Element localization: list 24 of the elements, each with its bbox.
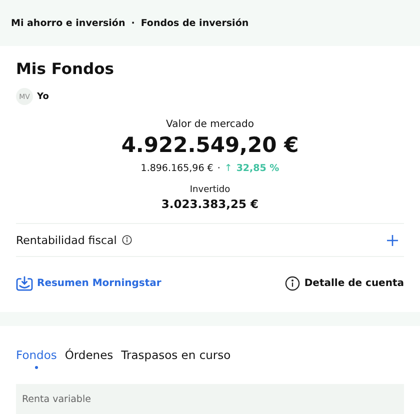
separator: · — [217, 163, 220, 174]
breadcrumb-item[interactable]: Fondos de inversión — [140, 18, 249, 28]
market-value-label: Valor de mercado — [166, 119, 254, 130]
trend-arrow: ↑ — [224, 163, 232, 174]
info-icon[interactable] — [122, 235, 132, 245]
plus-icon[interactable] — [387, 234, 398, 246]
account-detail-link[interactable]: Detalle de cuenta — [285, 276, 404, 290]
fiscal-label: Rentabilidad fiscal — [16, 234, 117, 246]
invested-label: Invertido — [190, 185, 230, 195]
breadcrumb-item[interactable]: Mi ahorro e inversión — [11, 18, 126, 28]
morningstar-link[interactable]: Resumen Morningstar — [16, 276, 162, 290]
section-header: Renta variable — [16, 384, 404, 414]
gain-amount: 1.896.165,96 € — [140, 163, 214, 174]
tab[interactable]: Fondos — [16, 348, 57, 372]
invested-value: 3.023.383,25 € — [161, 197, 259, 211]
tab[interactable]: Órdenes — [64, 348, 114, 372]
tab[interactable]: Traspasos en curso — [121, 348, 231, 372]
info-icon[interactable] — [285, 276, 300, 290]
download-tray-icon — [16, 276, 33, 290]
breadcrumb-separator: · — [131, 18, 135, 28]
gain-percent: 32,85 % — [236, 163, 280, 174]
owner-name: Yo — [37, 92, 49, 102]
market-value: 4.922.549,20 € — [121, 133, 299, 157]
page-title: Mis Fondos — [16, 60, 115, 78]
